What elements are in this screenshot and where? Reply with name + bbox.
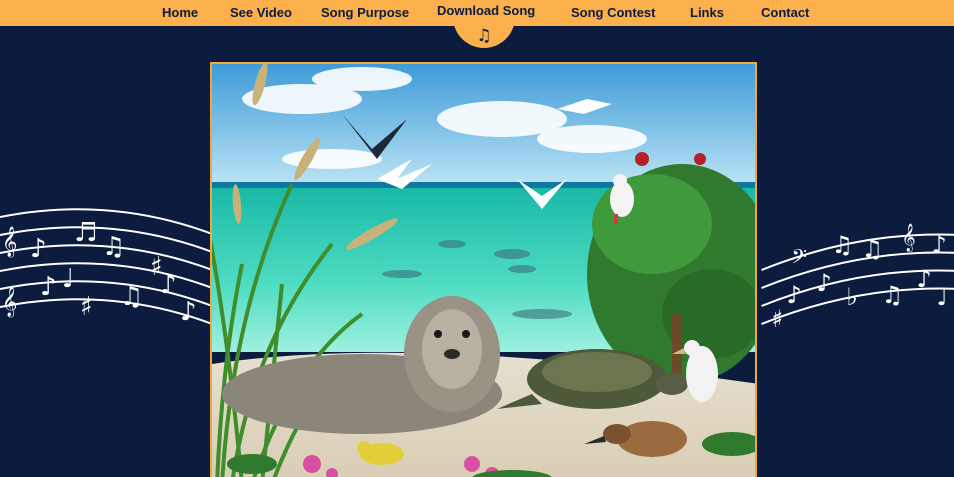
svg-text:♭: ♭ [847, 283, 858, 311]
svg-text:♩: ♩ [937, 283, 948, 311]
hero-painting [210, 62, 757, 477]
svg-text:♪: ♪ [932, 231, 947, 259]
svg-text:♪: ♪ [917, 265, 932, 293]
nav-song-purpose[interactable]: Song Purpose [321, 0, 409, 26]
nav-download-song[interactable]: Download Song [437, 0, 535, 26]
svg-text:♪: ♪ [30, 234, 47, 264]
svg-text:♯: ♯ [80, 292, 93, 322]
svg-text:♯: ♯ [150, 252, 163, 282]
nav-home[interactable]: Home [162, 0, 198, 26]
svg-text:♫: ♫ [862, 235, 884, 263]
page: Home See Video Song Purpose Download Son… [0, 0, 954, 477]
nav-see-video[interactable]: See Video [230, 0, 292, 26]
svg-text:♫: ♫ [882, 281, 904, 309]
svg-text:♪: ♪ [787, 281, 802, 309]
svg-text:♯: ♯ [772, 305, 784, 333]
top-nav-bar: Home See Video Song Purpose Download Son… [0, 0, 954, 48]
nav-links[interactable]: Links [690, 0, 724, 26]
svg-text:♪: ♪ [817, 269, 832, 297]
svg-text:♫: ♫ [102, 232, 125, 262]
svg-text:♪: ♪ [40, 272, 57, 302]
svg-text:♫: ♫ [832, 231, 854, 259]
nav-song-contest[interactable]: Song Contest [571, 0, 656, 26]
music-staff-left-decoration: 𝄞 𝄞 ♪ ♬ ♫ ♩ ♫ ♪ ♪ ♯ ♯ ♪ [0, 208, 215, 327]
svg-text:𝄞: 𝄞 [2, 226, 17, 258]
svg-text:♪: ♪ [180, 297, 197, 327]
music-staff-right-decoration: 𝄢 ♫ ♫ 𝄞 ♪ ♪ ♪ ♭ ♫ ♪ ♩ ♯ [761, 223, 954, 333]
beach-wildlife-illustration [212, 64, 755, 477]
nav-contact[interactable]: Contact [761, 0, 809, 26]
svg-text:𝄢: 𝄢 [792, 245, 807, 273]
svg-text:𝄞: 𝄞 [2, 286, 17, 318]
svg-text:♩: ♩ [62, 264, 74, 294]
music-note-icon[interactable]: ♫ [474, 26, 494, 46]
svg-text:𝄞: 𝄞 [902, 223, 916, 252]
svg-text:♬: ♬ [74, 218, 97, 248]
svg-text:♫: ♫ [120, 282, 143, 312]
